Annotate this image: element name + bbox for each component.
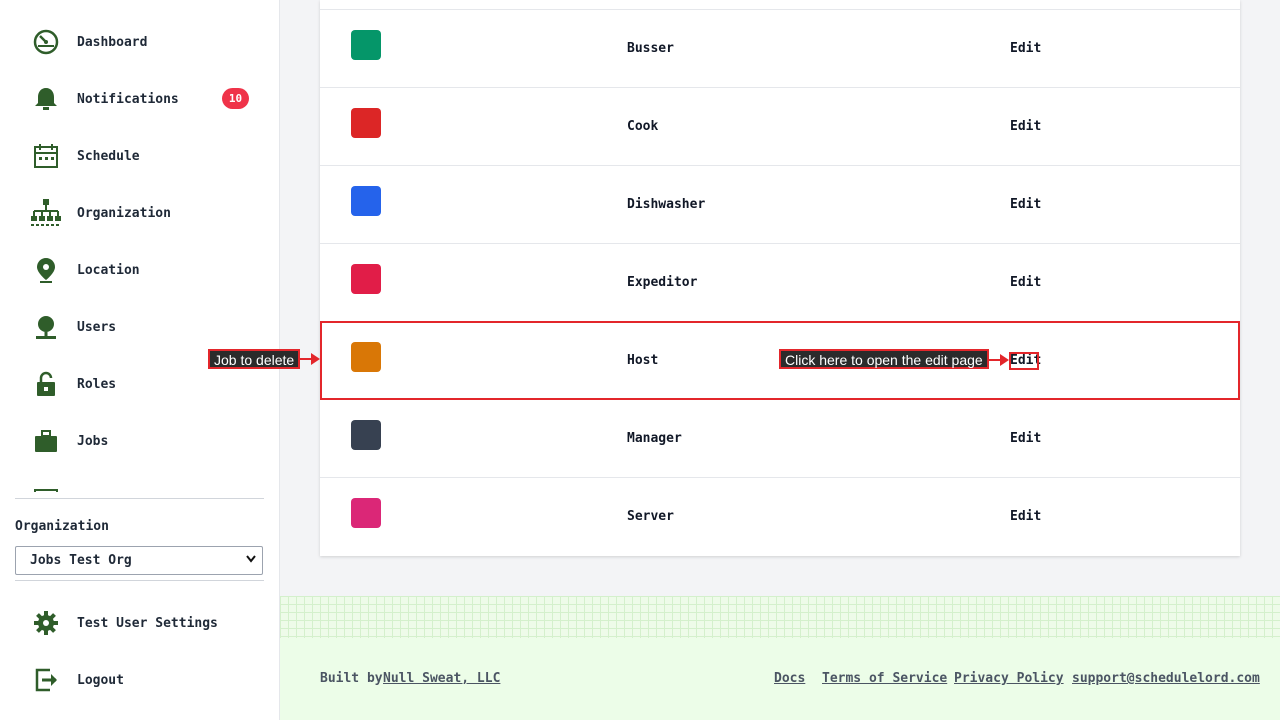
callout-arrow [298, 353, 320, 365]
job-color-swatch [351, 186, 381, 216]
calendar-icon [30, 142, 62, 170]
edit-hint-callout: Click here to open the edit page [779, 349, 989, 369]
sidebar-item-label: Notifications [77, 91, 179, 107]
users-icon [30, 313, 62, 341]
job-to-delete-callout: Job to delete [208, 349, 301, 369]
docs-link[interactable]: Docs [774, 671, 805, 686]
footer: Built by Null Sweat, LLC Docs Terms of S… [280, 638, 1280, 720]
sidebar-item-jobs[interactable]: Jobs [30, 426, 108, 456]
callout-arrow [987, 354, 1009, 366]
dashboard-icon [30, 28, 62, 56]
table-row: Busser Edit [320, 10, 1240, 88]
privacy-link[interactable]: Privacy Policy [954, 671, 1064, 686]
table-row: Manager Edit [320, 400, 1240, 478]
job-name: Host [627, 353, 659, 368]
sidebar-item-organization[interactable]: Organization [30, 198, 171, 228]
edit-job-link[interactable]: Edit [1010, 509, 1041, 524]
notification-count-badge: 10 [222, 88, 249, 109]
sidebar-divider [15, 498, 264, 499]
sidebar-item-label: Users [77, 319, 117, 335]
sidebar-nav: Dashboard Notifications 10 Schedule Orga… [0, 0, 280, 492]
job-name: Server [627, 509, 674, 524]
location-pin-icon [30, 256, 62, 284]
sidebar-item-roles[interactable]: Roles [30, 369, 116, 399]
terms-link[interactable]: Terms of Service [822, 671, 947, 686]
sidebar-item-label: Jobs [77, 433, 109, 449]
sidebar-item-label: Organization [77, 205, 171, 221]
sidebar-item-settings[interactable]: Test User Settings [30, 608, 218, 638]
company-link[interactable]: Null Sweat, LLC [383, 671, 500, 686]
job-color-swatch [351, 342, 381, 372]
briefcase-icon [30, 427, 62, 455]
table-row [320, 0, 1240, 10]
job-color-swatch [351, 108, 381, 138]
chevron-down-icon [246, 555, 256, 566]
edit-job-link[interactable]: Edit [1010, 431, 1041, 446]
edit-job-link[interactable]: Edit [1010, 197, 1041, 212]
table-row: Dishwasher Edit [320, 166, 1240, 244]
job-name: Manager [627, 431, 682, 446]
org-chart-icon [30, 199, 62, 227]
built-by-text: Built by [320, 671, 383, 686]
organization-select[interactable]: Jobs Test Org [15, 546, 263, 575]
bell-icon [30, 85, 62, 113]
sidebar-item-partial[interactable] [30, 483, 77, 492]
sidebar-divider [15, 580, 264, 581]
gear-icon [30, 609, 62, 637]
support-email-link[interactable]: support@schedulelord.com [1072, 671, 1260, 686]
job-name: Cook [627, 119, 659, 134]
job-color-swatch [351, 30, 381, 60]
sidebar-item-label: Schedule [77, 148, 140, 164]
sidebar-item-logout[interactable]: Logout [30, 665, 124, 695]
job-name: Expeditor [627, 275, 698, 290]
organization-selected-value: Jobs Test Org [30, 553, 132, 568]
edit-job-link[interactable]: Edit [1010, 275, 1041, 290]
table-row: Cook Edit [320, 88, 1240, 166]
jobs-table: Busser Edit Cook Edit Dishwasher Edit Ex… [320, 0, 1240, 556]
edit-job-link[interactable]: Edit [1010, 41, 1041, 56]
sidebar-item-label: Roles [77, 376, 117, 392]
sidebar-item-label: Dashboard [77, 34, 148, 50]
job-color-swatch [351, 264, 381, 294]
job-name: Busser [627, 41, 674, 56]
sidebar-item-notifications[interactable]: Notifications [30, 84, 179, 114]
sidebar-item-label: Location [77, 262, 140, 278]
sidebar-item-schedule[interactable]: Schedule [30, 141, 140, 171]
organization-label: Organization [15, 519, 109, 534]
job-color-swatch [351, 420, 381, 450]
edit-job-link[interactable]: Edit [1010, 119, 1041, 134]
job-name: Dishwasher [627, 197, 706, 212]
footer-grid-pattern [280, 596, 1280, 638]
sidebar-item-label: Test User Settings [77, 615, 218, 631]
job-color-swatch [351, 498, 381, 528]
sidebar-item-location[interactable]: Location [30, 255, 140, 285]
logout-icon [30, 666, 62, 694]
sidebar-item-label: Logout [77, 672, 124, 688]
sidebar-item-users[interactable]: Users [30, 312, 116, 342]
unlock-icon [30, 370, 62, 398]
sidebar-item-dashboard[interactable]: Dashboard [30, 27, 147, 57]
edit-job-link[interactable]: Edit [1010, 353, 1041, 368]
table-row: Expeditor Edit [320, 244, 1240, 322]
calendar-icon [30, 484, 62, 492]
table-row: Server Edit [320, 478, 1240, 556]
